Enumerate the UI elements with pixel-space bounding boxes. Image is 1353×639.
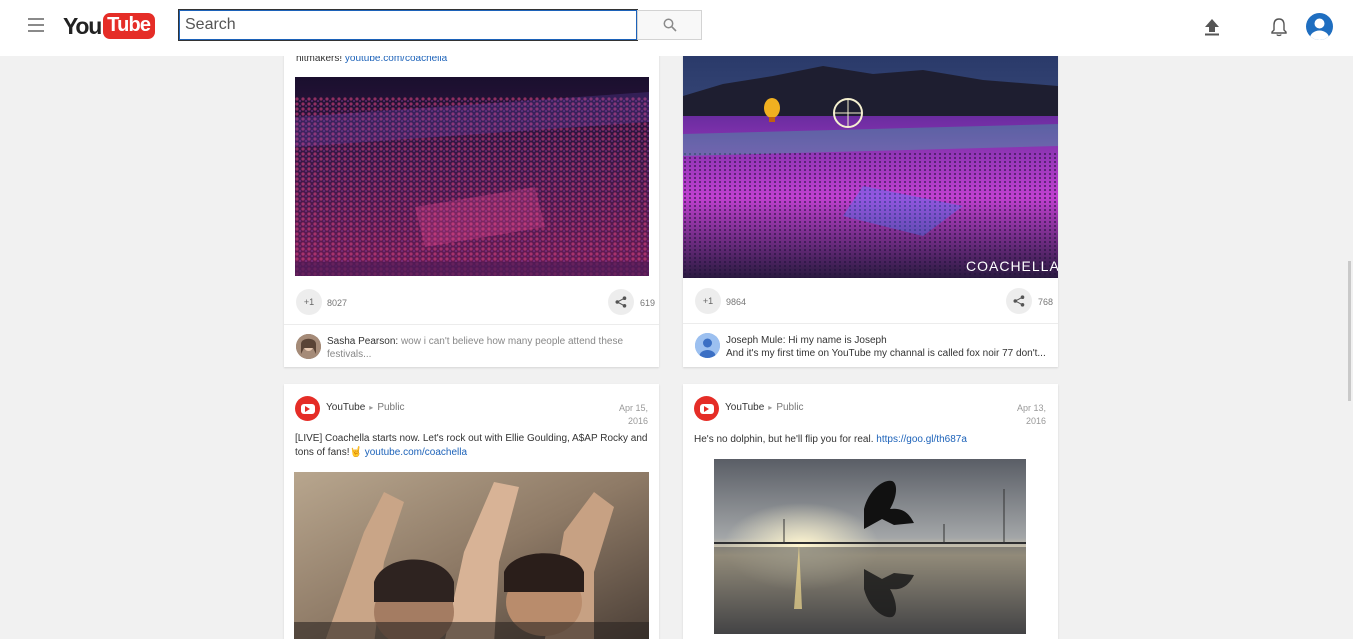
share-button[interactable] [1006, 288, 1032, 314]
commenter-avatar[interactable] [296, 334, 321, 359]
post-card: YouTube ▸ Public Apr 15, 2016 [LIVE] Coach… [284, 384, 659, 639]
post-date-line1: Apr 13, [1016, 403, 1046, 413]
festival-photo[interactable]: COACHELLA [683, 56, 1058, 278]
post-date[interactable]: Apr 13, 2016 [1006, 402, 1046, 428]
channel-info: YouTube ▸ Public [725, 402, 804, 413]
search-input[interactable] [178, 9, 638, 41]
post-header: YouTube ▸ Public Apr 13, 2016 [683, 384, 1058, 434]
plus-one-count: 9864 [726, 297, 747, 307]
concert-fans-photo[interactable] [294, 472, 649, 639]
page-scrollbar[interactable] [1347, 56, 1353, 639]
comment-text: Sasha Pearson: wow i can't believe how m… [327, 335, 647, 361]
upload-icon [1205, 19, 1219, 36]
post-text-body: He's no dolphin, but he'll flip you for … [694, 434, 874, 445]
channel-avatar-icon[interactable] [295, 396, 320, 421]
plus-one-button[interactable]: +1 [695, 288, 721, 314]
share-count: 619 [640, 298, 656, 308]
share-button[interactable] [608, 289, 634, 315]
logo-tube-text: Tube [103, 13, 156, 39]
channel-name[interactable]: YouTube [326, 402, 365, 413]
post-text: [LIVE] Coachella starts now. Let's rock … [295, 432, 650, 460]
post-date[interactable]: Apr 15, 2016 [608, 402, 648, 428]
chevron-right-icon: ▸ [369, 403, 374, 412]
comment-author[interactable]: Sasha Pearson: [327, 336, 398, 347]
person-silhouette-icon [1310, 18, 1329, 40]
image-watermark: COACHELLA [966, 258, 1058, 274]
share-icon [1013, 295, 1025, 307]
search-icon [663, 18, 677, 32]
masthead: You Tube [0, 0, 1353, 56]
bell-icon [1271, 18, 1287, 37]
comment-author[interactable]: Joseph Mule: [726, 335, 785, 346]
account-avatar-icon[interactable] [1306, 13, 1333, 40]
comment-row: Sasha Pearson: wow i can't believe how m… [284, 324, 659, 367]
channel-name[interactable]: YouTube [725, 402, 764, 413]
youtube-logo[interactable]: You Tube [63, 12, 156, 40]
share-count: 768 [1038, 297, 1054, 307]
post-text: He's no dolphin, but he'll flip you for … [694, 433, 1049, 447]
plus-one-button[interactable]: +1 [296, 289, 322, 315]
post-header: YouTube ▸ Public Apr 15, 2016 [284, 384, 659, 434]
post-card: COACHELLA +1 9864 768 Joseph Mule: Hi my… [683, 40, 1058, 367]
default-user-icon [695, 333, 720, 358]
comment-row: Joseph Mule: Hi my name is Joseph And it… [683, 323, 1058, 367]
post-card: hitmakers! youtube.com/coachella +1 8027 [284, 40, 659, 367]
notifications-button[interactable] [1266, 14, 1292, 40]
rock-hand-emoji: 🤘 [349, 447, 362, 458]
post-date-line2: 2016 [1025, 416, 1046, 426]
commenter-photo [296, 334, 321, 359]
hamburger-menu-icon[interactable] [28, 18, 44, 32]
jetski-flip-photo[interactable] [714, 459, 1026, 634]
visibility-label: Public [377, 402, 405, 413]
chevron-right-icon: ▸ [768, 403, 773, 412]
search-button[interactable] [637, 10, 702, 40]
post-card: YouTube ▸ Public Apr 13, 2016 He's no dolp… [683, 384, 1058, 639]
post-link[interactable]: youtube.com/coachella [365, 447, 467, 458]
post-date-line1: Apr 15, [618, 403, 648, 413]
share-icon [615, 296, 627, 308]
comment-body-line2: And it's my first time on YouTube my cha… [726, 348, 1046, 359]
plus-one-count: 8027 [327, 298, 348, 308]
crowd-photo[interactable] [295, 77, 649, 276]
commenter-avatar[interactable] [695, 333, 720, 358]
post-text-body: [LIVE] Coachella starts now. Let's rock … [295, 433, 648, 458]
logo-you-text: You [63, 12, 102, 39]
comment-body-line1: Hi my name is Joseph [788, 335, 887, 346]
comment-text: Joseph Mule: Hi my name is Joseph And it… [726, 334, 1046, 360]
channel-avatar-icon[interactable] [694, 396, 719, 421]
channel-info: YouTube ▸ Public [326, 402, 405, 413]
post-link[interactable]: https://goo.gl/th687a [876, 434, 967, 445]
post-actions: +1 8027 619 [284, 289, 659, 319]
scrollbar-thumb[interactable] [1348, 261, 1351, 401]
upload-button[interactable] [1199, 14, 1225, 40]
post-date-line2: 2016 [627, 416, 648, 426]
visibility-label: Public [776, 402, 804, 413]
post-actions: +1 9864 768 [683, 288, 1058, 318]
